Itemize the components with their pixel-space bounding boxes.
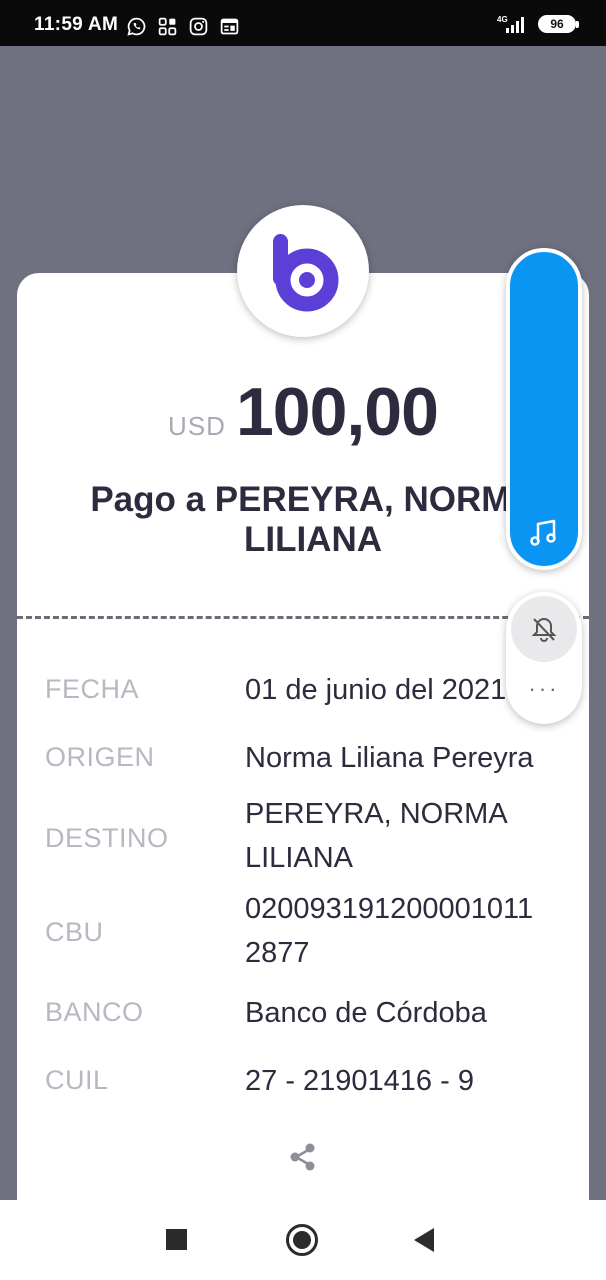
system-nav-bar [0, 1200, 606, 1280]
detail-value-banco: Banco de Córdoba [245, 997, 487, 1029]
instagram-icon [189, 17, 208, 36]
bank-logo [237, 205, 369, 337]
status-time: 11:59 AM [34, 14, 119, 35]
music-note-icon[interactable] [529, 518, 559, 548]
floating-controls: ··· [506, 592, 582, 724]
detail-label-fecha: FECHA [45, 674, 140, 704]
detail-label-banco: BANCO [45, 997, 144, 1027]
detail-label-cbu: CBU [45, 917, 104, 947]
network-type: 4G [497, 15, 508, 24]
detail-value-cuil: 27 - 21901416 - 9 [245, 1065, 474, 1097]
more-options-button[interactable]: ··· [506, 676, 582, 702]
signal-icon: 4G [497, 15, 524, 33]
mute-button[interactable] [511, 596, 577, 662]
dashed-divider [17, 616, 589, 619]
detail-label-origen: ORIGEN [45, 742, 155, 772]
recents-button[interactable] [166, 1229, 187, 1250]
detail-value-cbu-line1: 020093191200001011 [245, 893, 534, 925]
detail-label-cuil: CUIL [45, 1065, 109, 1095]
detail-value-cbu-line2: 2877 [245, 937, 310, 969]
home-button[interactable] [286, 1224, 318, 1256]
apps-grid-icon [158, 17, 177, 36]
payment-title: Pago a PEREYRA, NORMA LILIANA [40, 480, 586, 560]
bank-logo-icon [273, 234, 339, 312]
detail-value-destino-line1: PEREYRA, NORMA [245, 798, 508, 830]
detail-value-fecha: 01 de junio del 2021 [245, 674, 507, 706]
back-button[interactable] [414, 1228, 434, 1252]
status-bar: 11:59 AM 4G 96 [0, 0, 606, 46]
detail-value-cbu: 020093191200001011 2877 [245, 887, 533, 975]
detail-label-destino: DESTINO [45, 823, 169, 853]
news-icon [220, 18, 239, 35]
battery-indicator: 96 [538, 15, 579, 33]
detail-value-destino: PEREYRA, NORMA LILIANA [245, 792, 508, 880]
detail-value-destino-line2: LILIANA [245, 842, 353, 874]
currency-label: USD [168, 411, 226, 441]
status-right: 4G 96 [496, 14, 579, 34]
share-icon[interactable] [287, 1141, 319, 1173]
bell-off-icon [531, 617, 557, 642]
payment-title-line2: LILIANA [243, 520, 383, 559]
detail-value-origen: Norma Liliana Pereyra [245, 742, 534, 774]
whatsapp-icon [127, 17, 146, 36]
amount-value: 100,00 [235, 374, 439, 450]
status-notification-icons [126, 16, 240, 37]
payment-title-line1: Pago a PEREYRA, NORMA [90, 480, 536, 519]
floating-music-widget[interactable] [506, 248, 582, 570]
